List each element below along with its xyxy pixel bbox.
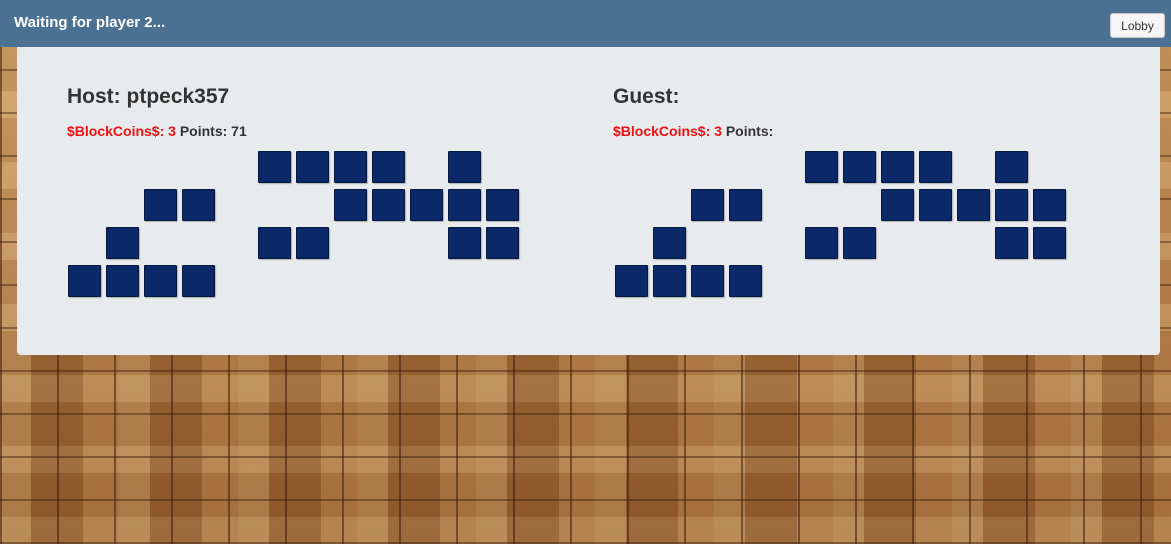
- block-cell: [653, 265, 686, 297]
- host-stats: $BlockCoins$: 3 Points: 71: [67, 123, 247, 139]
- block-cell: [182, 265, 215, 297]
- host-board: [68, 151, 528, 301]
- block-cell: [106, 227, 139, 259]
- block-cell: [843, 151, 876, 183]
- block-cell: [448, 189, 481, 221]
- block-cell: [995, 151, 1028, 183]
- block-cell: [805, 151, 838, 183]
- guest-points: Points:: [725, 123, 774, 139]
- block-cell: [448, 227, 481, 259]
- guest-stats: $BlockCoins$: 3 Points:: [613, 123, 773, 139]
- block-cell: [334, 189, 367, 221]
- block-cell: [919, 189, 952, 221]
- block-cell: [106, 265, 139, 297]
- block-cell: [691, 265, 724, 297]
- block-cell: [615, 265, 648, 297]
- block-cell: [995, 227, 1028, 259]
- block-cell: [486, 189, 519, 221]
- host-coins: $BlockCoins$: 3: [67, 123, 176, 139]
- block-cell: [691, 189, 724, 221]
- block-cell: [995, 189, 1028, 221]
- block-cell: [919, 151, 952, 183]
- block-cell: [448, 151, 481, 183]
- block-cell: [372, 189, 405, 221]
- block-cell: [296, 151, 329, 183]
- block-cell: [144, 189, 177, 221]
- status-title: Waiting for player 2...: [14, 14, 166, 31]
- host-name: Host: ptpeck357: [67, 85, 230, 108]
- guest-board: [615, 151, 1075, 301]
- block-cell: [843, 227, 876, 259]
- guest-coins: $BlockCoins$: 3: [613, 123, 722, 139]
- block-cell: [144, 265, 177, 297]
- host-points: Points: 71: [179, 123, 247, 139]
- block-cell: [1033, 189, 1066, 221]
- top-bar: Waiting for player 2... Lobby: [0, 0, 1171, 47]
- block-cell: [486, 227, 519, 259]
- block-cell: [729, 189, 762, 221]
- block-cell: [372, 151, 405, 183]
- block-cell: [258, 151, 291, 183]
- block-cell: [957, 189, 990, 221]
- block-cell: [805, 227, 838, 259]
- game-panel: Host: ptpeck357 $BlockCoins$: 3 Points: …: [17, 47, 1160, 355]
- block-cell: [296, 227, 329, 259]
- block-cell: [410, 189, 443, 221]
- block-cell: [729, 265, 762, 297]
- block-cell: [258, 227, 291, 259]
- block-cell: [881, 189, 914, 221]
- block-cell: [182, 189, 215, 221]
- guest-name: Guest:: [613, 85, 680, 108]
- block-cell: [881, 151, 914, 183]
- block-cell: [653, 227, 686, 259]
- block-cell: [1033, 227, 1066, 259]
- block-cell: [334, 151, 367, 183]
- lobby-button[interactable]: Lobby: [1110, 13, 1165, 38]
- block-cell: [68, 265, 101, 297]
